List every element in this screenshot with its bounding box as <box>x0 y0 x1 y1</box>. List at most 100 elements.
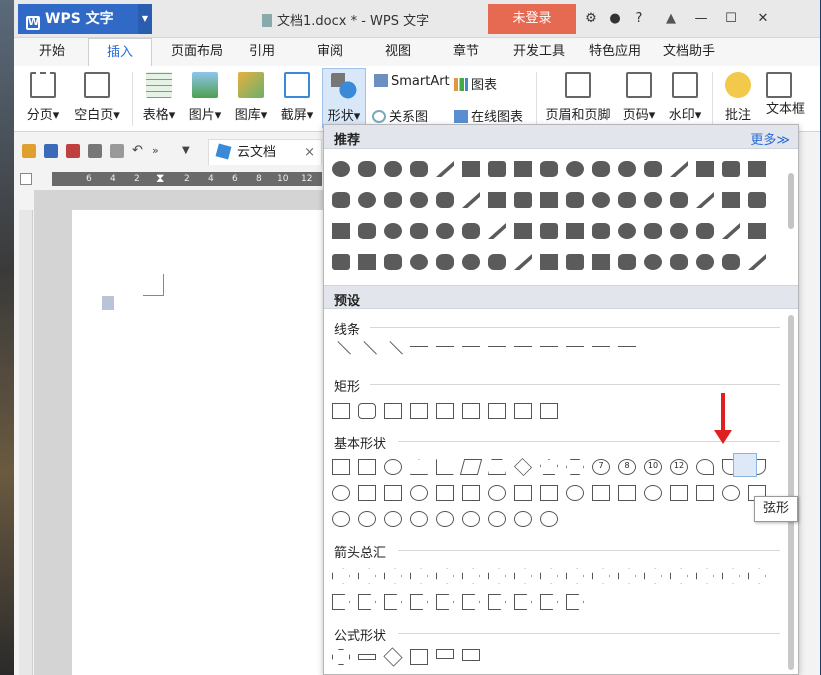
recommended-shape[interactable] <box>488 192 506 208</box>
basic-shape[interactable] <box>488 485 506 501</box>
formula-shape[interactable] <box>332 649 350 665</box>
arrow-shape[interactable] <box>514 594 532 610</box>
menu-insert[interactable]: 插入 <box>88 38 152 66</box>
recommended-shape[interactable] <box>748 223 766 239</box>
recommended-shape[interactable] <box>462 223 480 239</box>
arrow-shape[interactable] <box>332 594 350 610</box>
save-icon[interactable] <box>44 144 58 158</box>
recommended-shape[interactable] <box>358 161 376 177</box>
watermark-button[interactable]: 水印▾ <box>664 72 706 123</box>
basic-shape[interactable] <box>384 485 402 501</box>
recommended-shape[interactable] <box>514 161 532 177</box>
basic-shape[interactable] <box>332 511 350 527</box>
tab-stop-selector[interactable] <box>20 173 32 185</box>
basic-shape[interactable] <box>462 485 480 501</box>
recommended-shape[interactable] <box>540 192 558 208</box>
basic-shape[interactable] <box>436 485 454 501</box>
basic-shape[interactable] <box>332 459 350 475</box>
document-page[interactable] <box>72 210 352 675</box>
arrow-shape[interactable] <box>566 568 584 584</box>
basic-shape[interactable] <box>358 511 376 527</box>
arrow-shape[interactable] <box>618 568 636 584</box>
basic-shape[interactable] <box>332 485 350 501</box>
maximize-icon[interactable]: ☐ <box>720 8 742 30</box>
online-chart-button[interactable]: 在线图表 <box>454 106 523 125</box>
minimize-icon[interactable]: — <box>690 8 712 30</box>
recommended-shape[interactable] <box>722 254 740 270</box>
basic-shape[interactable] <box>540 511 558 527</box>
minimize-ribbon-icon[interactable]: ▲ <box>660 8 682 30</box>
recommended-shape[interactable] <box>436 192 454 208</box>
recommended-shape[interactable] <box>540 254 558 270</box>
recommended-shape[interactable] <box>566 161 584 177</box>
recommended-shape[interactable] <box>358 192 376 208</box>
rectangle-shape[interactable] <box>514 403 532 419</box>
blank-page-button[interactable]: 空白页▾ <box>70 72 124 123</box>
recommended-shape[interactable] <box>670 223 688 239</box>
open-icon[interactable] <box>22 144 36 158</box>
formula-shape[interactable] <box>462 649 480 661</box>
arrow-shape[interactable] <box>748 568 766 584</box>
line-shape[interactable] <box>566 346 584 356</box>
recommended-shape[interactable] <box>488 254 506 270</box>
rectangle-shape[interactable] <box>358 403 376 419</box>
basic-shape[interactable] <box>540 459 558 475</box>
undo-icon[interactable]: ↶ <box>132 144 146 158</box>
line-shape[interactable] <box>462 346 480 356</box>
line-shape[interactable] <box>410 346 428 356</box>
recommended-shape[interactable] <box>670 254 688 270</box>
basic-shape[interactable] <box>459 459 483 475</box>
basic-shape[interactable] <box>566 459 584 475</box>
recommended-shape[interactable] <box>384 192 402 208</box>
basic-shape[interactable] <box>358 459 376 475</box>
recommended-shape[interactable] <box>592 254 610 270</box>
skin-icon[interactable]: ⚙ <box>580 8 602 30</box>
page-break-button[interactable]: 分页▾ <box>22 72 64 123</box>
arrow-shape[interactable] <box>488 594 506 610</box>
arrow-shape[interactable] <box>332 568 350 584</box>
line-shape[interactable] <box>618 346 636 356</box>
recommended-shape[interactable] <box>592 223 610 239</box>
arrow-shape[interactable] <box>410 568 428 584</box>
preset-scrollbar[interactable] <box>788 315 794 670</box>
close-icon[interactable]: ✕ <box>752 8 774 30</box>
recommended-shape[interactable] <box>410 161 428 177</box>
menu-view[interactable]: 视图 <box>376 38 420 66</box>
recommended-shape[interactable] <box>384 223 402 239</box>
recommended-shape[interactable] <box>644 254 662 270</box>
preview-icon[interactable] <box>110 144 124 158</box>
table-button[interactable]: 表格▾ <box>138 72 180 123</box>
recommended-shape[interactable] <box>332 254 350 270</box>
basic-shape[interactable] <box>566 485 584 501</box>
more-link[interactable]: 更多≫ <box>750 129 790 148</box>
arrow-shape[interactable] <box>514 568 532 584</box>
basic-shape[interactable] <box>540 485 558 501</box>
basic-shape[interactable]: 10 <box>644 459 662 475</box>
menu-assistant[interactable]: 文档助手 <box>654 38 724 66</box>
menu-features[interactable]: 特色应用 <box>580 38 650 66</box>
line-shape[interactable] <box>383 341 403 361</box>
recommended-scrollbar[interactable] <box>788 173 794 229</box>
help-icon[interactable]: ? <box>628 8 650 30</box>
basic-shape[interactable] <box>384 459 402 475</box>
recommended-shape[interactable] <box>696 161 714 177</box>
arrow-shape[interactable] <box>488 568 506 584</box>
recommended-shape[interactable] <box>696 223 714 239</box>
recommended-shape[interactable] <box>618 192 636 208</box>
basic-shape[interactable] <box>514 511 532 527</box>
recommended-shape[interactable] <box>462 254 480 270</box>
recommended-shape[interactable] <box>358 254 376 270</box>
chart-button[interactable]: 图表 <box>454 74 497 93</box>
recommended-shape[interactable] <box>384 161 402 177</box>
paste-options-icon[interactable] <box>102 296 114 310</box>
arrow-shape[interactable] <box>696 568 714 584</box>
line-shape[interactable] <box>488 346 506 356</box>
page-number-button[interactable]: 页码▾ <box>618 72 660 123</box>
arrow-shape[interactable] <box>384 568 402 584</box>
recommended-shape[interactable] <box>566 192 584 208</box>
basic-shape[interactable] <box>410 485 428 501</box>
recommended-shape[interactable] <box>748 192 766 208</box>
arrow-shape[interactable] <box>462 568 480 584</box>
print-icon[interactable] <box>88 144 102 158</box>
menu-page-layout[interactable]: 页面布局 <box>158 38 236 66</box>
